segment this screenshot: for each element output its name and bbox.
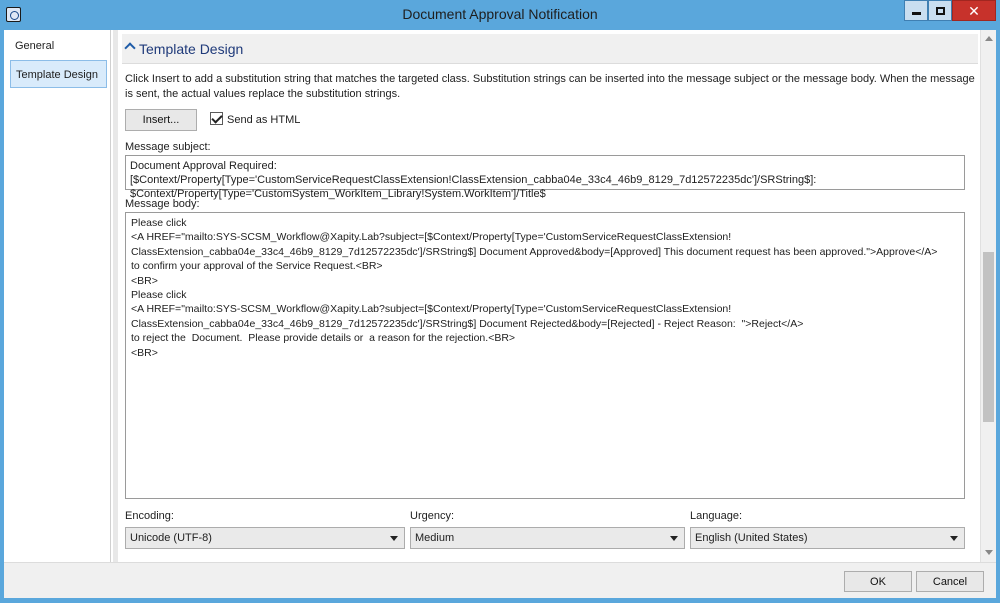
content-panel: Template Design Click Insert to add a su… xyxy=(118,30,996,562)
language-value: English (United States) xyxy=(695,532,808,544)
side-nav: General Template Design xyxy=(4,30,111,562)
message-body-input[interactable]: Please click <A HREF="mailto:SYS-SCSM_Wo… xyxy=(125,212,965,499)
dialog-footer: OK Cancel xyxy=(4,562,996,598)
encoding-label: Encoding: xyxy=(125,510,174,522)
insert-button[interactable]: Insert... xyxy=(125,109,197,131)
close-icon: ✕ xyxy=(968,2,980,19)
vertical-scrollbar[interactable] xyxy=(980,30,996,562)
scroll-up-icon[interactable] xyxy=(985,36,993,41)
language-label: Language: xyxy=(690,510,742,522)
language-select[interactable]: English (United States) xyxy=(690,527,965,549)
chevron-down-icon xyxy=(670,536,678,541)
cancel-button[interactable]: Cancel xyxy=(916,571,984,592)
maximize-icon xyxy=(935,6,945,15)
encoding-value: Unicode (UTF-8) xyxy=(130,532,212,544)
title-bar[interactable]: Document Approval Notification ✕ xyxy=(0,0,1000,30)
chevron-down-icon xyxy=(390,536,398,541)
section-title: Template Design xyxy=(139,41,244,57)
chevron-up-icon[interactable] xyxy=(124,42,136,54)
send-as-html-label[interactable]: Send as HTML xyxy=(227,114,300,126)
scroll-thumb[interactable] xyxy=(983,252,994,422)
dialog-window: Document Approval Notification ✕ General… xyxy=(0,0,1000,603)
close-button[interactable]: ✕ xyxy=(952,0,996,21)
section-header[interactable]: Template Design xyxy=(122,34,978,64)
dialog-client: General Template Design Template Design … xyxy=(4,30,996,598)
minimize-icon xyxy=(911,12,921,15)
message-subject-label: Message subject: xyxy=(125,141,211,153)
maximize-button[interactable] xyxy=(928,0,952,21)
section-description: Click Insert to add a substitution strin… xyxy=(125,73,975,100)
nav-item-general[interactable]: General xyxy=(10,32,107,60)
send-as-html-checkbox[interactable] xyxy=(210,112,223,125)
urgency-select[interactable]: Medium xyxy=(410,527,685,549)
window-title: Document Approval Notification xyxy=(402,6,598,22)
message-body-label: Message body: xyxy=(125,198,200,210)
chevron-down-icon xyxy=(950,536,958,541)
urgency-value: Medium xyxy=(415,532,455,544)
ok-button[interactable]: OK xyxy=(844,571,912,592)
nav-item-template-design[interactable]: Template Design xyxy=(10,60,107,88)
scroll-down-icon[interactable] xyxy=(985,550,993,555)
encoding-select[interactable]: Unicode (UTF-8) xyxy=(125,527,405,549)
urgency-label: Urgency: xyxy=(410,510,455,522)
message-subject-input[interactable]: Document Approval Required: [$Context/Pr… xyxy=(125,155,965,200)
minimize-button[interactable] xyxy=(904,0,928,21)
